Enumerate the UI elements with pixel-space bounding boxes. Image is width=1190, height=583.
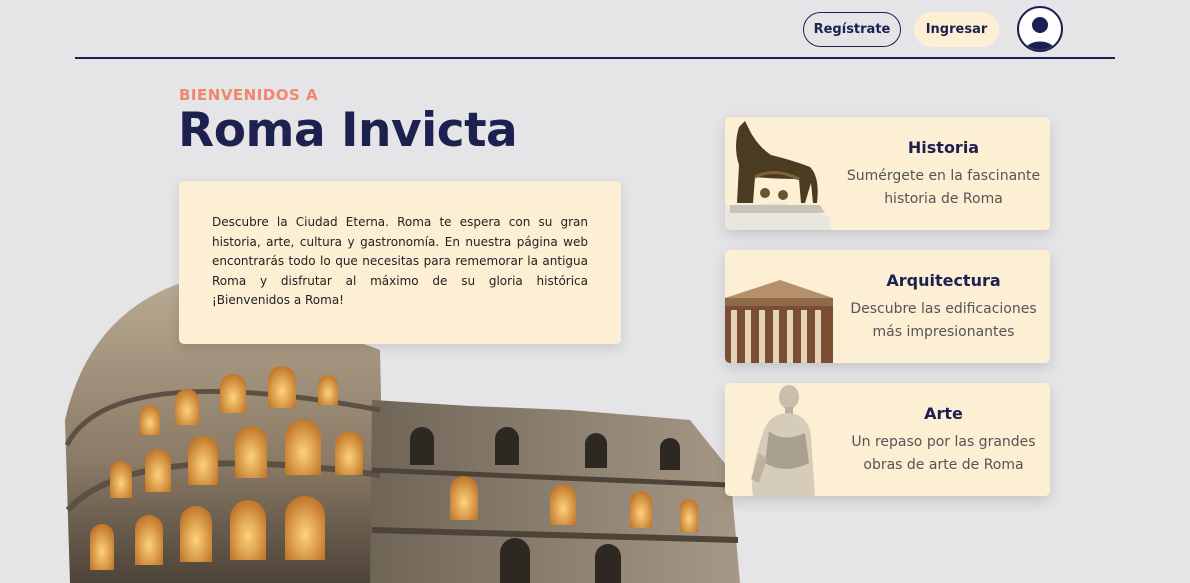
card-historia[interactable]: Historia Sumérgete en la fascinante hist…: [725, 117, 1050, 230]
card-arquitectura-description: Descubre las edificaciones más impresion…: [850, 301, 1037, 340]
pantheon-image: [725, 280, 833, 363]
intro-card: Descubre la Ciudad Eterna. Roma te esper…: [179, 181, 621, 344]
card-arquitectura[interactable]: Arquitectura Descubre las edificaciones …: [725, 250, 1050, 363]
card-arte-description: Un repaso por las grandes obras de arte …: [851, 434, 1036, 473]
card-historia-description: Sumérgete en la fascinante historia de R…: [846, 168, 1041, 207]
intro-text: Descubre la Ciudad Eterna. Roma te esper…: [212, 215, 588, 307]
capitoline-wolf-image: [725, 121, 830, 230]
card-arte-title: Arte: [924, 404, 963, 423]
header-divider: [75, 57, 1115, 59]
top-navigation: Regístrate Ingresar: [0, 0, 1190, 58]
card-historia-title: Historia: [907, 138, 980, 157]
login-button[interactable]: Ingresar: [914, 12, 999, 47]
register-button[interactable]: Regístrate: [803, 12, 901, 47]
welcome-eyebrow: BIENVENIDOS A: [179, 86, 319, 104]
caesar-statue-image: [751, 385, 815, 496]
card-arquitectura-title: Arquitectura: [886, 271, 1001, 290]
page-title: Roma Invicta: [178, 103, 518, 158]
card-arte[interactable]: Arte Un repaso por las grandes obras de …: [725, 383, 1050, 496]
user-icon[interactable]: [1017, 6, 1063, 52]
